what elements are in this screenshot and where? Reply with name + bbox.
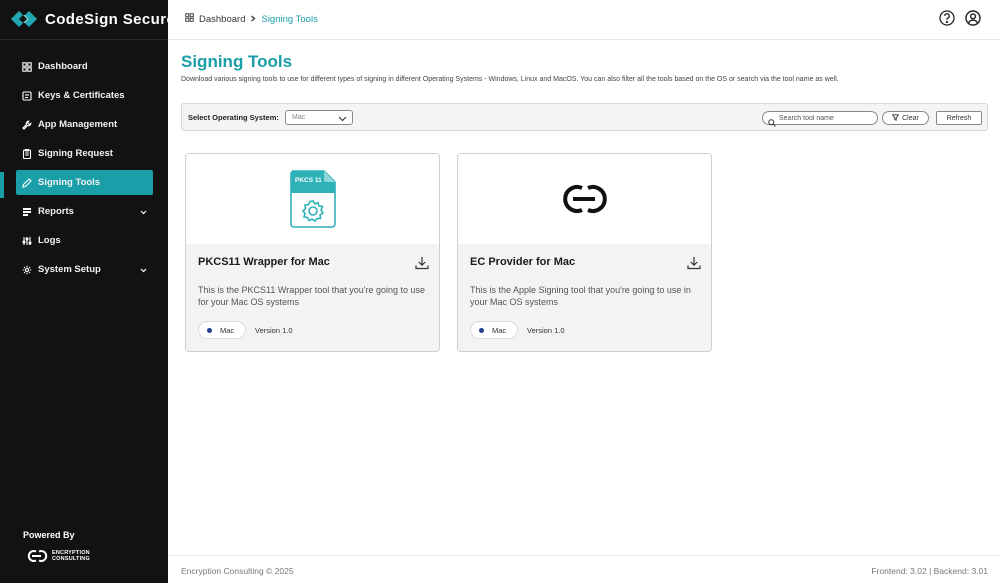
chevron-down-icon: [338, 114, 347, 127]
sidebar-divider: [0, 39, 168, 40]
top-header: Dashboard Signing Tools: [168, 0, 1000, 40]
download-icon[interactable]: [415, 256, 429, 275]
logs-icon: [22, 236, 32, 246]
sidebar-item-system-setup[interactable]: System Setup: [16, 257, 153, 282]
brand-name: CodeSign Secure: [45, 10, 176, 28]
sidebar-item-dashboard[interactable]: Dashboard: [16, 54, 153, 79]
help-icon[interactable]: [939, 10, 957, 28]
tool-card[interactable]: PKCS 11 PKCS11 Wrapper for Mac This is t…: [185, 153, 440, 352]
sidebar-item-logs[interactable]: Logs: [16, 228, 153, 253]
chevron-down-icon: [140, 265, 147, 276]
wrench-icon: [22, 119, 32, 130]
brand[interactable]: CodeSign Secure: [10, 8, 175, 30]
sidebar-item-label: Signing Request: [38, 148, 113, 159]
os-badge: Mac: [470, 321, 518, 339]
os-select[interactable]: Mac: [285, 110, 353, 125]
search-box[interactable]: [762, 111, 878, 127]
tool-card-description: This is the PKCS11 Wrapper tool that you…: [198, 285, 426, 307]
footer: Encryption Consulting © 2025 Frontend: 3…: [168, 555, 1000, 583]
chevron-down-icon: [140, 207, 147, 218]
search-icon: [768, 114, 776, 132]
breadcrumb: Dashboard Signing Tools: [185, 13, 318, 25]
sidebar-item-label: Reports: [38, 206, 74, 217]
codesign-logo-icon: [10, 9, 38, 29]
os-dot: [479, 327, 484, 333]
breadcrumb-dashboard[interactable]: Dashboard: [199, 14, 245, 25]
breadcrumb-separator-icon: [250, 14, 256, 25]
sidebar-item-label: Signing Tools: [38, 177, 101, 188]
breadcrumb-current: Signing Tools: [261, 13, 318, 25]
os-select-value: Mac: [292, 114, 306, 121]
sidebar-item-label: Dashboard: [38, 61, 88, 72]
clear-button[interactable]: Clear: [882, 111, 929, 125]
sidebar: CodeSign Secure Dashboard Keys & Certifi…: [0, 0, 175, 583]
refresh-button-label: Refresh: [946, 114, 972, 122]
sidebar-item-label: System Setup: [38, 264, 101, 275]
tool-card-description: This is the Apple Signing tool that you'…: [470, 285, 691, 307]
tool-card-title: EC Provider for Mac: [470, 256, 576, 268]
ec-logo-text: ENCRYPTION CONSULTING: [52, 549, 90, 563]
gear-icon: [22, 265, 32, 275]
filter-bar: Select Operating System: Mac Clear Refre…: [181, 103, 988, 131]
pkcs11-file-gear-icon: PKCS 11: [289, 170, 336, 228]
sidebar-item-label: Keys & Certificates: [38, 90, 125, 101]
search-input[interactable]: [779, 113, 874, 123]
key-icon: [22, 90, 32, 101]
sidebar-item-signing-tools[interactable]: Signing Tools: [16, 170, 153, 195]
page-title: Signing Tools: [181, 52, 293, 71]
os-badge-label: Mac: [492, 325, 507, 335]
sidebar-item-signing-request[interactable]: Signing Request: [16, 141, 153, 166]
os-badge-label: Mac: [220, 325, 235, 335]
clear-button-label: Clear: [902, 114, 919, 122]
sidebar-item-app-management[interactable]: App Management: [16, 112, 153, 137]
tool-card-image: PKCS 11: [186, 154, 439, 244]
os-badge: Mac: [198, 321, 246, 339]
download-icon[interactable]: [687, 256, 701, 275]
sidebar-nav: Dashboard Keys & Certificates App Manage…: [16, 54, 153, 286]
sidebar-item-label: App Management: [38, 119, 118, 130]
page-description: Download various signing tools to use fo…: [181, 76, 839, 83]
tool-card-image: [458, 154, 711, 244]
footer-versions: Frontend: 3.02 | Backend: 3.01: [871, 566, 988, 576]
footer-copyright: Encryption Consulting © 2025: [181, 566, 294, 576]
tool-version: Version 1.0: [527, 326, 565, 335]
os-select-label: Select Operating System:: [188, 113, 279, 122]
sidebar-item-keys-certificates[interactable]: Keys & Certificates: [16, 83, 153, 108]
user-icon[interactable]: [965, 10, 983, 28]
refresh-button[interactable]: Refresh: [936, 111, 982, 125]
sidebar-item-label: Logs: [38, 235, 61, 246]
ec-logo-icon: [27, 550, 48, 562]
encryption-consulting-logo: ENCRYPTION CONSULTING: [26, 548, 90, 564]
report-icon: [22, 207, 32, 217]
pen-icon: [22, 177, 32, 188]
breadcrumb-home-icon: [185, 13, 194, 25]
clipboard-icon: [22, 148, 32, 159]
tool-version: Version 1.0: [255, 326, 293, 335]
tool-card[interactable]: EC Provider for Mac This is the Apple Si…: [457, 153, 712, 352]
ec-provider-logo-icon: [562, 185, 607, 213]
active-nav-marker: [0, 172, 4, 198]
filter-icon: [891, 113, 900, 123]
os-dot: [207, 327, 212, 333]
powered-by-label: Powered By: [23, 530, 75, 540]
pkcs11-badge-text: PKCS 11: [295, 177, 322, 184]
tool-card-title: PKCS11 Wrapper for Mac: [198, 256, 330, 268]
sidebar-item-reports[interactable]: Reports: [16, 199, 153, 224]
dashboard-icon: [22, 61, 32, 72]
